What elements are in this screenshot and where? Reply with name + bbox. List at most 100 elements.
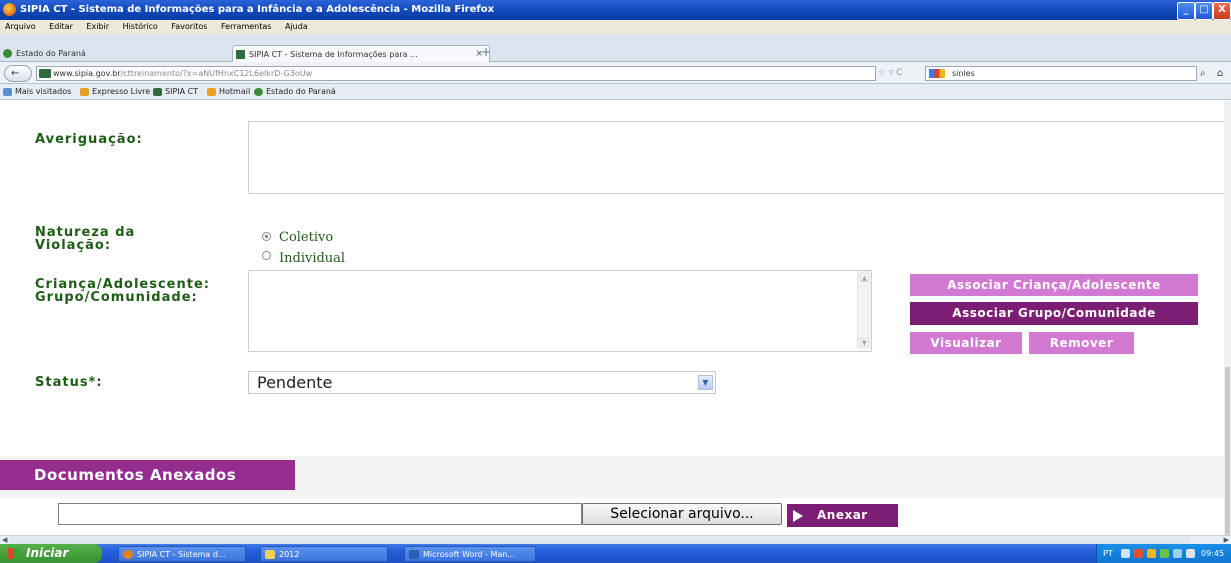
expresso-icon [80, 87, 89, 96]
bookmark-label: Mais visitados [15, 87, 72, 96]
bookmarks-bar: Mais visitados Expresso Livre SIPIA CT H… [0, 84, 1231, 100]
tab-label: SIPIA CT - Sistema de Informações para .… [249, 50, 418, 59]
bookmark-sipia-ct[interactable]: SIPIA CT [153, 84, 198, 100]
associar-crianca-button[interactable]: Associar Criança/Adolescente [910, 274, 1198, 296]
search-input[interactable]: sinles [925, 66, 1197, 81]
task-label: 2012 [279, 550, 300, 559]
radio-individual-label: Individual [279, 251, 346, 266]
menu-editar[interactable]: Editar [49, 22, 73, 31]
scrollbar-thumb[interactable] [10, 537, 1190, 544]
connection-icon[interactable] [1160, 549, 1169, 558]
folder-icon [265, 550, 275, 559]
minimize-button[interactable]: _ [1177, 2, 1195, 20]
taskbar-item-word[interactable]: Microsoft Word - Man... [404, 546, 536, 562]
maximize-button[interactable]: □ [1195, 2, 1213, 20]
menu-arquivo[interactable]: Arquivo [5, 22, 36, 31]
menu-ajuda[interactable]: Ajuda [285, 22, 308, 31]
word-icon [409, 550, 419, 559]
scroll-up-icon[interactable]: ▲ [860, 273, 869, 282]
anexar-button[interactable]: Anexar [787, 504, 898, 527]
search-value: sinles [952, 69, 975, 78]
radio-individual[interactable] [262, 251, 271, 260]
bookmark-mais-visitados[interactable]: Mais visitados [3, 84, 71, 100]
close-window-button[interactable]: X [1213, 2, 1231, 20]
tab-sipia-ct[interactable]: SIPIA CT - Sistema de Informações para .… [232, 45, 490, 63]
bookmark-folder-icon [3, 87, 12, 96]
volume-icon[interactable] [1173, 549, 1182, 558]
url-path: /cttreinamento/?x=aNUfHnxC12L6eIkrD-G3oU… [120, 69, 313, 78]
site-identity-icon [39, 69, 51, 78]
window-title: SIPIA CT - Sistema de Informações para a… [20, 4, 495, 15]
page-horizontal-scrollbar[interactable]: ◀ ▶ [0, 535, 1231, 544]
natureza-label-2: Violação: [35, 238, 112, 253]
bookmark-reload-icons[interactable]: ☆ ▿ C [878, 66, 918, 81]
menu-historico[interactable]: Histórico [123, 22, 158, 31]
tab-label: Estado do Paraná [16, 49, 86, 58]
globe-icon [254, 87, 263, 96]
scroll-left-icon[interactable]: ◀ [2, 536, 7, 544]
scroll-right-icon[interactable]: ▶ [1224, 536, 1229, 544]
language-indicator[interactable]: PT [1103, 544, 1113, 563]
bookmark-expresso-livre[interactable]: Expresso Livre [80, 84, 150, 100]
status-value: Pendente [257, 373, 333, 392]
associar-grupo-button[interactable]: Associar Grupo/Comunidade [910, 302, 1198, 325]
crianca-label-2: Grupo/Comunidade: [35, 290, 198, 305]
bookmark-label: Expresso Livre [92, 87, 151, 96]
taskbar-item-firefox[interactable]: SIPIA CT - Sistema d... [118, 546, 246, 562]
firefox-logo-icon [3, 3, 16, 16]
url-bar[interactable]: www.sipia.gov.br/cttreinamento/?x=aNUfHn… [36, 66, 876, 81]
tab-estado-parana[interactable]: Estado do Paraná × [0, 45, 248, 62]
back-button[interactable]: ← [4, 65, 32, 82]
firefox-icon [123, 550, 133, 559]
clock: 09:45 [1201, 549, 1225, 558]
update-icon[interactable] [1147, 549, 1156, 558]
hotmail-icon [207, 87, 216, 96]
select-file-button[interactable]: Selecionar arquivo... [582, 503, 782, 525]
new-tab-button[interactable]: + [478, 46, 494, 60]
start-label: Iniciar [26, 546, 69, 560]
bookmark-label: Estado do Paraná [266, 87, 336, 96]
search-icon[interactable]: ⌕ [1200, 66, 1214, 81]
page-content: Averiguação: Natureza da Violação: Colet… [0, 101, 1224, 535]
averiguacao-textarea[interactable] [248, 121, 1224, 194]
windows-logo-icon [8, 548, 20, 559]
file-path-input[interactable] [58, 503, 582, 525]
sipia-icon [153, 87, 162, 96]
radio-coletivo[interactable] [262, 232, 271, 241]
network-icon[interactable] [1121, 549, 1130, 558]
task-label: Microsoft Word - Man... [423, 550, 515, 559]
status-select[interactable]: Pendente ▼ [248, 371, 716, 394]
menu-bar: Arquivo Editar Exibir Histórico Favorito… [0, 20, 1231, 34]
antivirus-icon[interactable] [1134, 549, 1143, 558]
scrollbar-thumb[interactable] [1225, 367, 1230, 535]
home-icon[interactable]: ⌂ [1217, 66, 1231, 81]
task-label: SIPIA CT - Sistema d... [137, 550, 226, 559]
menu-exibir[interactable]: Exibir [86, 22, 109, 31]
url-domain: www.sipia.gov.br [53, 69, 121, 78]
bookmark-estado-parana[interactable]: Estado do Paraná [254, 84, 336, 100]
search-engine-icon[interactable] [929, 69, 945, 78]
arrow-right-icon [793, 510, 803, 522]
start-button[interactable]: Iniciar [0, 544, 102, 563]
window-title-bar: SIPIA CT - Sistema de Informações para a… [0, 0, 1231, 20]
menu-favoritos[interactable]: Favoritos [171, 22, 207, 31]
docs-header: Documentos Anexados [0, 460, 295, 490]
bookmark-hotmail[interactable]: Hotmail [207, 84, 250, 100]
tab-bar: Estado do Paraná × SIPIA CT - Sistema de… [0, 34, 1231, 63]
bookmark-label: Hotmail [219, 87, 251, 96]
anexar-label: Anexar [817, 508, 868, 522]
status-label: Status*: [35, 375, 103, 390]
chevron-down-icon[interactable]: ▼ [698, 375, 713, 390]
page-vertical-scrollbar[interactable] [1224, 101, 1231, 535]
averiguacao-label: Averiguação: [35, 132, 143, 147]
list-scrollbar[interactable]: ▲ ▼ [857, 271, 871, 349]
scroll-down-icon[interactable]: ▼ [860, 338, 869, 347]
bookmark-label: SIPIA CT [165, 87, 199, 96]
visualizar-button[interactable]: Visualizar [910, 332, 1022, 354]
taskbar-item-folder[interactable]: 2012 [260, 546, 388, 562]
shield-icon[interactable] [1186, 549, 1195, 558]
menu-ferramentas[interactable]: Ferramentas [221, 22, 271, 31]
crianca-grupo-list[interactable]: ▲ ▼ [248, 270, 872, 352]
remover-button[interactable]: Remover [1029, 332, 1134, 354]
sipia-icon [236, 50, 245, 59]
